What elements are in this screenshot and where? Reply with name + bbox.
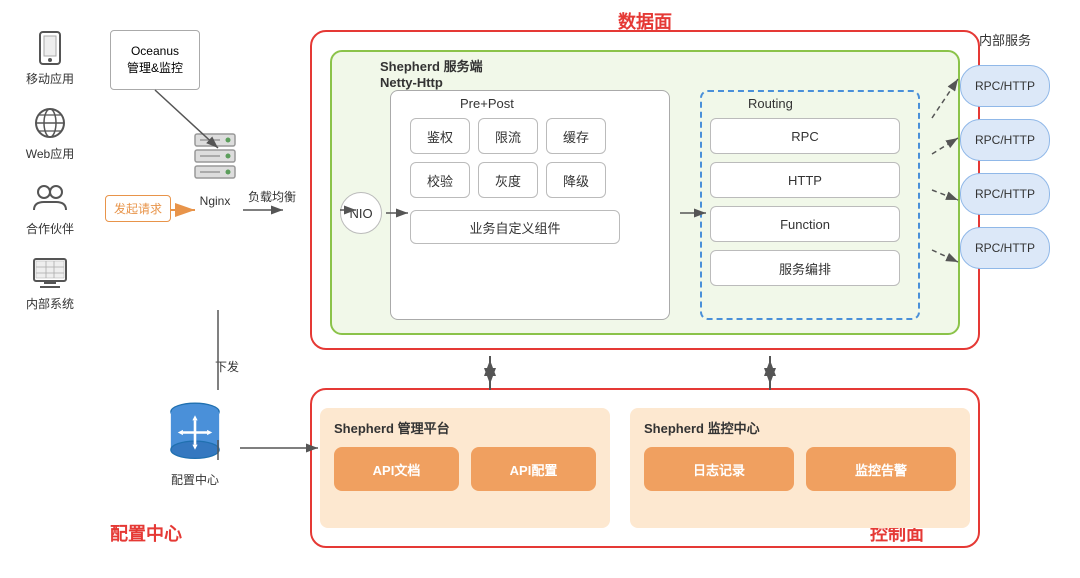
cloud-svc1: RPC/HTTP [960, 65, 1050, 107]
oceanus-label: Oceanus管理&监控 [127, 43, 183, 77]
monitor-center: Shepherd 监控中心 日志记录 监控告警 [630, 408, 970, 528]
nio-label: NIO [349, 206, 372, 221]
request-label: 发起请求 [105, 195, 171, 222]
partner-icon [32, 180, 68, 216]
client-partner: 合作伙伴 [26, 180, 74, 237]
routing-function: Function [710, 206, 900, 242]
monitor-center-label: Shepherd 监控中心 [644, 418, 956, 437]
client-web: Web应用 [26, 105, 74, 162]
xia-fa-label: 下发 [215, 358, 239, 375]
config-center-icon: 配置中心 [155, 398, 235, 488]
internal-services: 内部服务 RPC/HTTP RPC/HTTP RPC/HTTP RPC/HTTP [950, 30, 1060, 269]
api-doc-btn: API文档 [334, 447, 459, 491]
nio-box: NIO [340, 192, 382, 234]
routing-label: Routing [748, 96, 793, 111]
nginx-section: Nginx [190, 130, 240, 208]
system-icon [32, 255, 68, 291]
client-system: 内部系统 [26, 255, 74, 312]
pre-post-label: Pre+Post [460, 96, 514, 111]
shepherd-server-label: Shepherd 服务端Netty-Http [380, 56, 483, 90]
config-center-icon-text: 配置中心 [171, 471, 219, 488]
custom-component-box: 业务自定义组件 [410, 210, 620, 244]
cloud-svc3: RPC/HTTP [960, 173, 1050, 215]
mgmt-platform-label: Shepherd 管理平台 [334, 418, 596, 437]
routing-service: 服务编排 [710, 250, 900, 286]
plugin-grid: 鉴权 限流 缓存 校验 灰度 降级 [410, 118, 606, 198]
web-label: Web应用 [26, 145, 74, 162]
clients-section: 移动应用 Web应用 [10, 30, 90, 312]
mgmt-buttons: API文档 API配置 [334, 447, 596, 491]
log-btn: 日志记录 [644, 447, 794, 491]
plugin-validate: 校验 [410, 162, 470, 198]
config-center-label-red: 配置中心 [110, 520, 182, 546]
routing-http: HTTP [710, 162, 900, 198]
custom-component-label: 业务自定义组件 [469, 218, 560, 237]
api-config-btn: API配置 [471, 447, 596, 491]
plugin-gray: 灰度 [478, 162, 538, 198]
web-icon [32, 105, 68, 141]
mobile-icon [32, 30, 68, 66]
plugin-downgrade: 降级 [546, 162, 606, 198]
plugin-ratelimit: 限流 [478, 118, 538, 154]
nginx-server-icon [190, 130, 240, 190]
monitor-buttons: 日志记录 监控告警 [644, 447, 956, 491]
plugin-auth: 鉴权 [410, 118, 470, 154]
internal-services-label: 内部服务 [979, 30, 1031, 49]
routing-rpc: RPC [710, 118, 900, 154]
diagram-container: 移动应用 Web应用 [0, 0, 1080, 578]
mobile-label: 移动应用 [26, 70, 74, 87]
system-label: 内部系统 [26, 295, 74, 312]
client-mobile: 移动应用 [26, 30, 74, 87]
partner-label: 合作伙伴 [26, 220, 74, 237]
oceanus-box: Oceanus管理&监控 [110, 30, 200, 90]
config-database-svg [155, 398, 235, 467]
cloud-svc4: RPC/HTTP [960, 227, 1050, 269]
mgmt-platform: Shepherd 管理平台 API文档 API配置 [320, 408, 610, 528]
routing-items: RPC HTTP Function 服务编排 [710, 118, 900, 286]
nginx-label: Nginx [200, 194, 231, 208]
alert-btn: 监控告警 [806, 447, 956, 491]
cloud-svc2: RPC/HTTP [960, 119, 1050, 161]
request-arrow: 发起请求 [105, 195, 171, 222]
load-balance-label: 负载均衡 [248, 188, 296, 205]
plugin-cache: 缓存 [546, 118, 606, 154]
